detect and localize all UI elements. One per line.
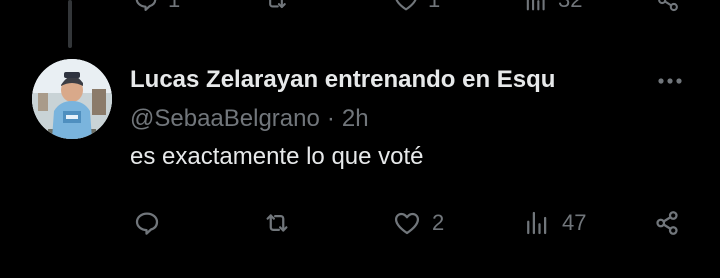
views-button[interactable]: 47 xyxy=(522,205,586,241)
reply-icon xyxy=(135,212,159,235)
tweet-action-bar: 2 47 xyxy=(0,205,720,241)
prev-share-button[interactable] xyxy=(654,0,682,12)
heart-icon xyxy=(395,0,417,11)
prev-view-count: 32 xyxy=(558,0,582,13)
retweet-button[interactable] xyxy=(262,205,302,241)
prev-retweet-button[interactable] xyxy=(262,0,290,12)
retweet-icon xyxy=(269,0,286,9)
like-count: 2 xyxy=(432,210,445,235)
share-icon xyxy=(656,211,678,235)
thread-connector-line xyxy=(68,0,72,48)
author-row: Lucas Zelarayan entrenando en Esqu xyxy=(130,60,690,100)
tweet-timestamp[interactable]: 2h xyxy=(342,105,369,133)
prev-views-button[interactable]: 32 xyxy=(522,0,582,12)
prev-like-button[interactable]: 1 xyxy=(392,0,440,12)
profile-photo-icon xyxy=(32,59,112,139)
like-button[interactable]: 2 xyxy=(392,205,444,241)
views-icon xyxy=(526,0,545,11)
prev-like-count: 1 xyxy=(428,0,440,13)
share-button[interactable] xyxy=(652,205,682,241)
meta-separator: · xyxy=(326,105,335,132)
author-handle[interactable]: @SebaaBelgrano xyxy=(130,105,320,133)
share-icon xyxy=(658,0,678,12)
retweet-icon xyxy=(266,214,288,232)
reply-icon xyxy=(135,0,157,11)
views-icon xyxy=(527,211,547,235)
previous-tweet-actions: 1 1 32 xyxy=(0,0,720,12)
reply-button[interactable] xyxy=(132,205,172,241)
more-icon[interactable] xyxy=(652,68,688,92)
author-display-name[interactable]: Lucas Zelarayan entrenando en Esqu xyxy=(130,66,636,94)
handle-row: @SebaaBelgrano · 2h xyxy=(130,101,369,137)
tweet-text: es exactamente lo que voté xyxy=(130,143,424,170)
prev-reply-count: 1 xyxy=(168,0,180,13)
heart-icon xyxy=(394,212,420,235)
prev-reply-button[interactable]: 1 xyxy=(132,0,180,12)
avatar[interactable] xyxy=(32,59,112,139)
view-count: 47 xyxy=(562,210,587,235)
